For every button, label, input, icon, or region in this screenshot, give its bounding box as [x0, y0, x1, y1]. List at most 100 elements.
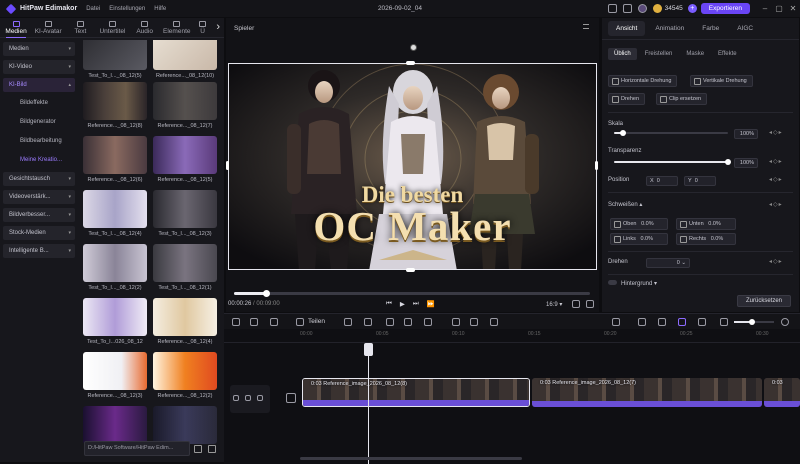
nav-ai-image[interactable]: KI-Bild ▴ — [3, 78, 75, 92]
media-thumb[interactable]: Reference..._08_12(5) — [153, 136, 217, 183]
timeline-clip[interactable]: 0:03 Reference_image_2026_08_12(8) — [302, 378, 530, 407]
magnet-icon[interactable] — [678, 318, 686, 326]
player-menu-icon[interactable] — [583, 24, 589, 29]
zoom-in-icon[interactable] — [781, 318, 789, 326]
fit-icon[interactable] — [698, 318, 706, 326]
tab-elements[interactable]: Elemente — [161, 21, 193, 37]
snap-icon[interactable] — [658, 318, 666, 326]
media-thumb[interactable]: Test_To_I..._08_12(1) — [153, 244, 217, 291]
avatar[interactable] — [637, 4, 647, 13]
tab-animation[interactable]: Animation — [647, 21, 692, 36]
rotate-button[interactable]: Drehen — [608, 93, 646, 105]
crop-bottom-field[interactable]: Unten 0.0% — [676, 218, 736, 230]
tab-transitions[interactable]: Ü — [193, 21, 212, 37]
crop-left-field[interactable]: Links 0.0% — [610, 233, 668, 245]
resize-icon[interactable] — [404, 318, 412, 326]
rotation-field[interactable]: 0 ⌄ — [646, 258, 690, 268]
maximize-icon[interactable]: ▢ — [772, 4, 786, 13]
nav-ai-video[interactable]: KI-Video ▾ — [3, 60, 75, 74]
timeline-clip[interactable]: 0:03 — [764, 378, 800, 407]
tab-view[interactable]: Ansicht — [608, 21, 646, 36]
resize-handle-right[interactable] — [595, 161, 598, 170]
nav-sub-my-creations[interactable]: Meine Kreatio... — [3, 153, 75, 167]
nav-stock-media[interactable]: Stock-Medien ▾ — [3, 226, 75, 240]
flip-vertical-button[interactable]: Vertikale Drehung — [690, 75, 753, 87]
media-path[interactable]: D:/HitPaw Software/HitPaw Edim... — [84, 441, 190, 456]
subtab-mask[interactable]: Maske — [680, 48, 710, 60]
add-coins-button[interactable]: + — [687, 4, 697, 13]
keyframe-icon[interactable]: ◂◇▸ — [769, 176, 783, 183]
scale-value[interactable]: 100% — [734, 129, 758, 139]
opacity-slider[interactable] — [614, 159, 731, 165]
nav-video-enhancer[interactable]: Videoverstärk... ▾ — [3, 190, 75, 204]
prev-frame-icon[interactable]: ⏮ — [386, 300, 392, 308]
media-thumb[interactable]: Test_To_I..._08_12(2) — [83, 244, 147, 291]
resize-handle-bottom[interactable] — [406, 268, 415, 272]
flip-horizontal-button[interactable]: Horizontale Drehung — [608, 75, 678, 87]
tabs-next-arrow[interactable]: › — [212, 21, 224, 37]
audio-wave-icon[interactable] — [424, 318, 432, 326]
tab-text[interactable]: Text — [64, 21, 96, 37]
keyframe-icon[interactable]: ◂◇▸ — [769, 201, 783, 208]
keyframe-icon[interactable]: ◂◇▸ — [769, 158, 783, 165]
replace-clip-button[interactable]: Clip ersetzen — [656, 93, 708, 105]
nav-media[interactable]: Medien ▾ — [3, 42, 75, 56]
position-y-field[interactable]: Y 0 — [684, 176, 716, 186]
rotate-handle[interactable] — [410, 44, 417, 51]
tab-subtitles[interactable]: Untertitel — [96, 21, 128, 37]
effect-icon[interactable] — [470, 318, 478, 326]
mute-icon[interactable] — [257, 395, 263, 401]
nav-smart-b[interactable]: Intelligente B... ▾ — [3, 244, 75, 258]
scrubber-knob[interactable] — [263, 290, 271, 297]
undo-icon[interactable] — [232, 318, 240, 326]
nav-sub-image-generator[interactable]: Bildgenerator — [3, 115, 75, 129]
tab-color[interactable]: Farbe — [694, 21, 727, 36]
fullscreen-icon[interactable] — [586, 300, 594, 308]
background-toggle[interactable] — [608, 280, 617, 285]
media-thumb[interactable]: Reference..._08_12(8) — [83, 82, 147, 129]
media-thumb[interactable]: Test_To_I..._08_12(5) — [83, 40, 147, 79]
subtab-common[interactable]: Üblich — [608, 48, 637, 60]
lock-icon[interactable] — [233, 395, 239, 401]
menu-help[interactable]: Hilfe — [154, 6, 166, 12]
media-thumb[interactable]: Reference..._08_12(7) — [153, 82, 217, 129]
timeline-scrollbar[interactable] — [300, 457, 522, 460]
gift-icon[interactable] — [622, 4, 632, 13]
media-thumb[interactable]: Reference..._08_12(10) — [153, 40, 217, 79]
media-thumb[interactable]: Reference..._08_12(6) — [83, 136, 147, 183]
keyframe-icon[interactable]: ◂◇▸ — [769, 258, 783, 265]
playhead-handle[interactable] — [364, 343, 373, 356]
screenshot-icon[interactable] — [607, 4, 617, 13]
reset-button[interactable]: Zurücksetzen — [737, 295, 791, 307]
next-frame-icon[interactable]: ⏭ — [413, 300, 419, 308]
import-icon[interactable] — [194, 445, 202, 453]
subtab-cutout[interactable]: Freistellen — [639, 48, 679, 60]
nav-image-enhancer[interactable]: Bildverbesser... ▾ — [3, 208, 75, 222]
zoom-slider-knob[interactable] — [749, 319, 755, 325]
minimize-icon[interactable]: – — [758, 4, 772, 13]
nav-face-swap[interactable]: Gesichtstausch ▾ — [3, 172, 75, 186]
resize-handle-left[interactable] — [226, 161, 229, 170]
crop-right-field[interactable]: Rechts 0.0% — [676, 233, 736, 245]
crop-icon[interactable] — [364, 318, 372, 326]
opacity-slider-knob[interactable] — [725, 159, 731, 165]
tab-media[interactable]: Medien — [0, 21, 32, 38]
add-media-to-track-icon[interactable] — [286, 393, 296, 403]
marker-icon[interactable] — [490, 318, 498, 326]
preview-canvas[interactable]: Die besten OC Maker — [228, 63, 597, 270]
media-thumb[interactable] — [153, 406, 217, 444]
timeline[interactable]: 00:00 00:05 00:10 00:15 00:20 00:25 00:3… — [224, 329, 800, 464]
keyframe-icon[interactable]: ◂◇▸ — [769, 129, 783, 136]
crop-section-label[interactable]: Schweißen ▴ — [608, 201, 642, 208]
tab-ai-avatar[interactable]: KI-Avatar — [32, 21, 64, 37]
subtab-effects[interactable]: Effekte — [712, 48, 743, 60]
ai-tool-icon[interactable] — [452, 318, 460, 326]
media-thumb[interactable]: Reference..._08_12(4) — [153, 298, 217, 345]
media-thumb[interactable]: Test_To_I..._08_12(4) — [83, 190, 147, 237]
scale-slider-knob[interactable] — [620, 130, 627, 136]
split-label[interactable]: Teilen — [308, 318, 325, 325]
microphone-icon[interactable] — [612, 318, 620, 326]
scale-slider[interactable] — [614, 130, 728, 136]
delete-icon[interactable] — [270, 318, 278, 326]
menu-file[interactable]: Datei — [86, 6, 100, 12]
